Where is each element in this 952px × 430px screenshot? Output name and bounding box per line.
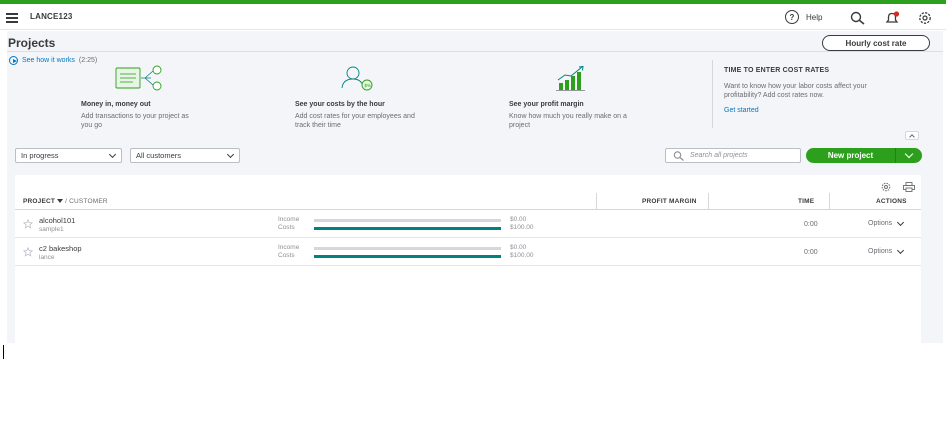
income-label: Income xyxy=(278,244,300,251)
column-divider xyxy=(708,193,709,210)
chevron-down-icon xyxy=(226,150,235,159)
project-name-link[interactable]: c2 bakeshop xyxy=(39,244,82,253)
print-icon[interactable] xyxy=(903,182,915,192)
profit-margin-column-header[interactable]: PROFIT MARGIN xyxy=(642,198,697,205)
column-divider xyxy=(596,193,597,210)
feature-money-in-out: Money in, money out Add transactions to … xyxy=(81,64,231,130)
help-label: Help xyxy=(806,12,823,22)
notification-bell-icon[interactable] xyxy=(884,11,900,25)
costs-label: Costs xyxy=(278,252,295,259)
actions-column-header: ACTIONS xyxy=(876,198,907,205)
title-divider xyxy=(7,51,943,52)
search-projects-input[interactable]: Search all projects xyxy=(665,148,801,163)
feature-title: Money in, money out xyxy=(81,101,151,108)
new-project-button[interactable]: New project xyxy=(806,151,895,160)
options-label: Options xyxy=(868,220,893,227)
table-row: alcohol101 sample1 Income $0.00 Costs $1… xyxy=(15,211,921,238)
video-duration: (2:25) xyxy=(78,57,98,64)
options-menu-button[interactable]: Options xyxy=(868,218,905,227)
menu-icon[interactable] xyxy=(6,13,18,23)
project-name-link[interactable]: alcohol101 xyxy=(39,216,75,225)
text-cursor xyxy=(3,345,4,359)
income-label: Income xyxy=(278,216,300,223)
table-settings-gear-icon[interactable] xyxy=(881,182,891,192)
costs-bar xyxy=(314,255,501,258)
page-title: Projects xyxy=(8,36,56,50)
new-project-split-button: New project xyxy=(806,148,922,163)
help-icon: ? xyxy=(785,10,799,24)
project-column-header[interactable]: PROJECT / CUSTOMER xyxy=(23,198,108,205)
costs-bar-fill xyxy=(314,255,501,258)
how-it-works-label: See how it works xyxy=(22,57,75,64)
time-value: 0:00 xyxy=(804,221,818,228)
status-filter-value: In progress xyxy=(21,151,59,160)
chevron-down-icon xyxy=(897,218,905,226)
status-filter-dropdown[interactable]: In progress xyxy=(15,148,122,163)
hourly-cost-rate-button[interactable]: Hourly cost rate xyxy=(822,35,930,51)
money-flow-icon xyxy=(115,65,162,91)
help-button[interactable]: ? Help xyxy=(785,10,822,24)
projects-table: PROJECT / CUSTOMER PROFIT MARGIN TIME ACT… xyxy=(15,175,921,343)
favorite-star-icon[interactable] xyxy=(23,247,33,257)
options-menu-button[interactable]: Options xyxy=(868,246,905,255)
sort-desc-icon xyxy=(57,199,64,204)
costs-value: $100.00 xyxy=(510,252,534,259)
new-project-menu-toggle[interactable] xyxy=(896,148,922,163)
income-value: $0.00 xyxy=(510,216,527,223)
costs-bar-fill xyxy=(314,227,501,230)
options-label: Options xyxy=(868,248,893,255)
column-divider xyxy=(829,193,830,210)
income-bar xyxy=(314,247,501,250)
costs-bar xyxy=(314,227,501,230)
feature-title: See your costs by the hour xyxy=(295,101,385,108)
chevron-down-icon xyxy=(897,246,905,254)
company-name: LANCE123 xyxy=(30,12,73,21)
time-column-header[interactable]: TIME xyxy=(798,198,814,205)
collapse-banner-button[interactable] xyxy=(905,131,919,140)
customer-header-label: / CUSTOMER xyxy=(65,198,108,205)
search-icon xyxy=(673,151,684,161)
customer-filter-dropdown[interactable]: All customers xyxy=(130,148,240,163)
top-navigation-bar: LANCE123 ? Help xyxy=(0,4,946,30)
feature-description: Know how much you really make on a proje… xyxy=(509,113,627,129)
income-bar xyxy=(314,219,501,222)
project-header-label: PROJECT xyxy=(23,198,56,205)
customer-filter-value: All customers xyxy=(136,151,182,160)
search-icon[interactable] xyxy=(850,11,866,25)
growth-chart-icon xyxy=(556,65,585,91)
feature-costs-by-hour: $% See your costs by the hour Add cost r… xyxy=(295,64,445,130)
feature-profit-margin: See your profit margin Know how much you… xyxy=(509,64,659,130)
costs-label: Costs xyxy=(278,224,295,231)
chevron-down-icon xyxy=(108,150,117,159)
time-value: 0:00 xyxy=(804,249,818,256)
feature-description: Add cost rates for your employees and tr… xyxy=(295,113,415,129)
svg-text:$%: $% xyxy=(365,83,372,88)
table-row: c2 bakeshop lance Income $0.00 Costs $10… xyxy=(15,239,921,266)
table-tools xyxy=(881,182,915,192)
play-circle-icon xyxy=(9,56,18,65)
feature-title: See your profit margin xyxy=(509,101,584,108)
gear-icon[interactable] xyxy=(917,11,933,25)
income-value: $0.00 xyxy=(510,244,527,251)
favorite-star-icon[interactable] xyxy=(23,219,33,229)
costs-value: $100.00 xyxy=(510,224,534,231)
project-customer: lance xyxy=(39,254,55,261)
cost-rates-callout: TIME TO ENTER COST RATES Want to know ho… xyxy=(712,60,892,128)
table-header: PROJECT / CUSTOMER PROFIT MARGIN TIME ACT… xyxy=(15,193,921,210)
project-customer: sample1 xyxy=(39,226,64,233)
employee-cost-icon: $% xyxy=(341,66,373,91)
customer-header-text: CUSTOMER xyxy=(69,198,108,205)
get-started-link[interactable]: Get started xyxy=(724,107,892,114)
feature-description: Add transactions to your project as you … xyxy=(81,113,189,129)
search-placeholder: Search all projects xyxy=(690,152,748,159)
cost-rates-description: Want to know how your labor costs affect… xyxy=(724,83,867,99)
cost-rates-title: TIME TO ENTER COST RATES xyxy=(724,67,830,74)
